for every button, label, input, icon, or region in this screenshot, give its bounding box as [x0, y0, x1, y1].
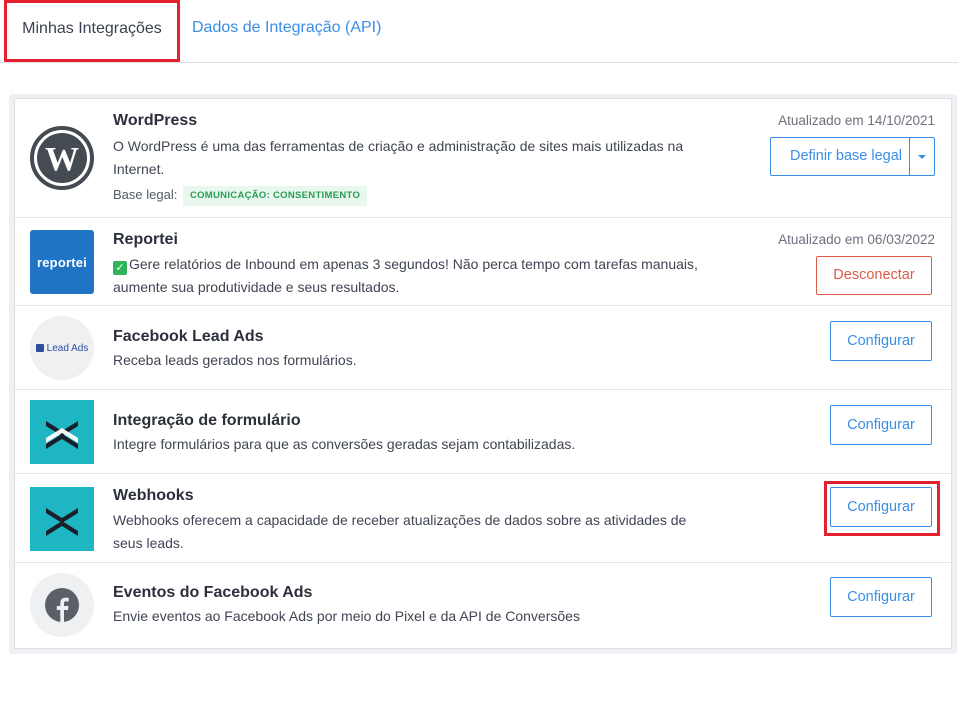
integration-name: WordPress	[113, 112, 198, 129]
integration-description: Envie eventos ao Facebook Ads por meio d…	[113, 608, 580, 624]
integrations-list: W WordPress O WordPress é uma das ferram…	[14, 98, 952, 649]
form-integration-logo-icon	[30, 400, 94, 464]
integration-description: O WordPress é uma das ferramentas de cri…	[113, 138, 684, 177]
facebook-logo-icon	[30, 573, 94, 637]
reportei-logo-icon: reportei	[30, 230, 94, 294]
check-icon: ✓	[113, 261, 127, 275]
svg-text:W: W	[45, 141, 79, 178]
disconnect-button[interactable]: Desconectar	[816, 256, 932, 295]
caret-down-icon	[918, 155, 926, 159]
integration-row-facebook-events: Eventos do Facebook Ads Envie eventos ao…	[15, 563, 951, 648]
highlight-box	[824, 481, 940, 536]
integration-row-wordpress: W WordPress O WordPress é uma das ferram…	[15, 99, 951, 218]
legal-basis: Base legal: COMUNICAÇÃO: CONSENTIMENTO	[113, 186, 703, 206]
legal-basis-label: Base legal:	[113, 187, 178, 202]
integration-name: Eventos do Facebook Ads	[113, 584, 313, 601]
integration-name: Facebook Lead Ads	[113, 328, 264, 345]
integration-description: Webhooks oferecem a capacidade de recebe…	[113, 512, 687, 551]
integration-row-reportei: reportei Reportei ✓ Gere relatórios de In…	[15, 218, 951, 306]
webhooks-logo-icon	[30, 487, 94, 551]
tab-bar: Minhas Integrações Dados de Integração (…	[0, 0, 958, 63]
tab-minhas-integracoes[interactable]: Minhas Integrações	[4, 0, 180, 62]
legal-basis-dropdown-button[interactable]	[909, 137, 935, 176]
reportei-logo-text: reportei	[36, 254, 87, 270]
updated-date: Atualizado em 06/03/2022	[778, 232, 935, 247]
configure-button[interactable]: Configurar	[830, 577, 932, 617]
configure-button[interactable]: Configurar	[830, 405, 932, 445]
updated-date: Atualizado em 14/10/2021	[778, 113, 935, 128]
define-legal-basis-button[interactable]: Definir base legal	[770, 137, 922, 176]
facebook-mini-icon	[35, 344, 44, 352]
configure-button[interactable]: Configurar	[830, 321, 932, 361]
lead-ads-logo-text: Lead Ads	[46, 342, 89, 354]
integration-name: Reportei	[113, 231, 178, 248]
integration-description-wrapper: ✓ Gere relatórios de Inbound em apenas 3 …	[113, 253, 703, 299]
integration-row-form-integration: Integração de formulário Integre formulá…	[15, 390, 951, 474]
legal-basis-badge: COMUNICAÇÃO: CONSENTIMENTO	[182, 186, 368, 206]
integration-row-facebook-lead-ads: Lead Ads Facebook Lead Ads Receba leads …	[15, 306, 951, 390]
integration-description: Integre formulários para que as conversõ…	[113, 436, 576, 452]
integration-description: Receba leads gerados nos formulários.	[113, 352, 357, 368]
integration-name: Integração de formulário	[113, 412, 301, 429]
tab-dados-de-integracao-api[interactable]: Dados de Integração (API)	[192, 0, 381, 62]
facebook-lead-ads-logo-icon: Lead Ads	[30, 316, 94, 380]
wordpress-logo-icon: W	[30, 126, 94, 190]
integration-description: Gere relatórios de Inbound em apenas 3 s…	[113, 256, 698, 295]
integration-row-webhooks: Webhooks Webhooks oferecem a capacidade …	[15, 474, 951, 563]
integration-name: Webhooks	[113, 487, 194, 504]
